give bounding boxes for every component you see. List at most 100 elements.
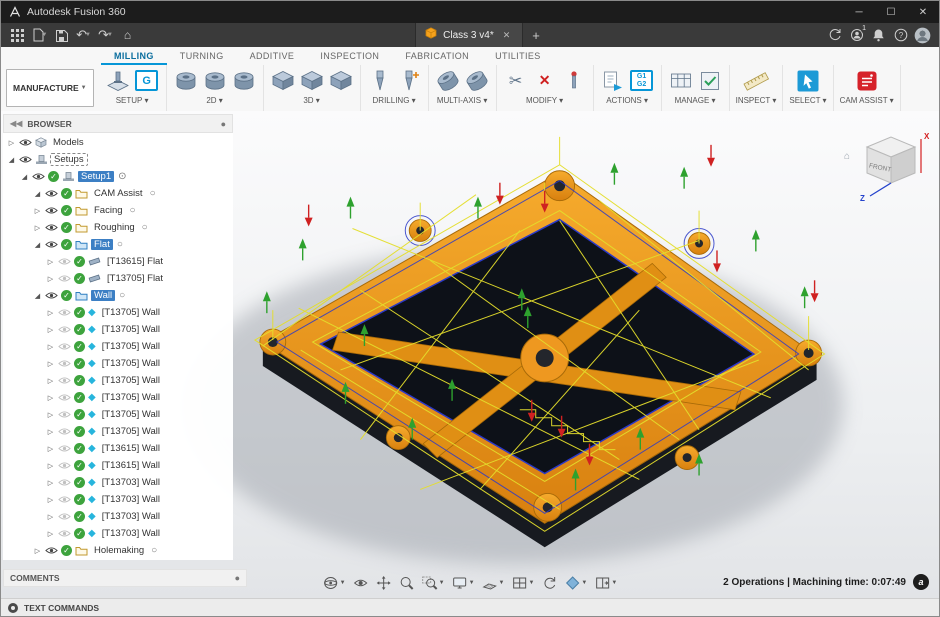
visibility-eye-icon[interactable] [58, 444, 71, 453]
tab-fabrication[interactable]: FABRICATION [392, 48, 482, 65]
tree-item-label[interactable]: Setup1 [78, 171, 114, 182]
operation-radio-icon[interactable]: ○ [150, 188, 156, 199]
zoom-icon[interactable] [396, 574, 418, 592]
select-icon[interactable] [795, 68, 821, 94]
pan-icon[interactable] [373, 574, 395, 592]
expander-icon[interactable]: ▷ [46, 275, 55, 283]
visibility-eye-icon[interactable] [58, 427, 71, 436]
tree-item-label[interactable]: Holemaking [91, 545, 147, 556]
group-label-actions[interactable]: ACTIONS ▾ [606, 96, 648, 105]
visibility-eye-icon[interactable] [58, 274, 71, 283]
extensions-icon[interactable]: 1 [846, 25, 867, 45]
tree-item-label[interactable]: [T13705] Wall [99, 426, 163, 437]
expander-icon[interactable]: ▷ [46, 445, 55, 453]
delete-passes-icon[interactable]: ✕ [532, 68, 558, 94]
expander-icon[interactable]: ▷ [46, 411, 55, 419]
panel-collapse-icon[interactable]: ◀◀ [10, 119, 22, 128]
app-grid-icon[interactable] [7, 25, 28, 45]
visibility-eye-icon[interactable] [45, 240, 58, 249]
operation-radio-icon[interactable]: ○ [130, 205, 136, 216]
tree-item-label[interactable]: [T13705] Wall [99, 375, 163, 386]
tree-row[interactable]: ▷✓◆[T13705] Wall [3, 423, 233, 440]
tree-row[interactable]: ▷✓◆[T13705] Wall [3, 321, 233, 338]
assistant-icon[interactable]: a [913, 574, 929, 590]
tree-item-label[interactable]: Roughing [91, 222, 138, 233]
save-icon[interactable] [51, 25, 72, 45]
tab-additive[interactable]: ADDITIVE [237, 48, 308, 65]
close-button[interactable]: ✕ [907, 1, 939, 23]
visibility-eye-icon[interactable] [45, 546, 58, 555]
viewport[interactable]: ⌂ FRONT X Z ◀◀ BROWSER ● ▷Models◢Setups◢… [1, 111, 939, 599]
visibility-eye-icon[interactable] [58, 257, 71, 266]
group-label-inspect[interactable]: INSPECT ▾ [736, 96, 777, 105]
group-label-drilling[interactable]: DRILLING ▾ [373, 96, 416, 105]
redo-icon[interactable]: ↷▼ [95, 25, 116, 45]
visibility-eye-icon[interactable] [45, 206, 58, 215]
expander-icon[interactable]: ▷ [46, 479, 55, 487]
tree-row[interactable]: ▷✓◆[T13705] Wall [3, 389, 233, 406]
expander-icon[interactable]: ▷ [46, 343, 55, 351]
visibility-eye-icon[interactable] [58, 478, 71, 487]
tree-item-label[interactable]: [T13705] Wall [99, 307, 163, 318]
tree-row[interactable]: ▷✓[T13615] Flat [3, 253, 233, 270]
expander-icon[interactable]: ▷ [46, 360, 55, 368]
operation-radio-icon[interactable]: ○ [117, 239, 123, 250]
tree-row[interactable]: ▷✓Facing○ [3, 202, 233, 219]
tree-item-label[interactable]: [T13705] Wall [99, 409, 163, 420]
tree-item-label[interactable]: Models [50, 137, 87, 148]
undo-icon[interactable]: ↶▼ [73, 25, 94, 45]
tree-item-label[interactable]: [T13615] Wall [99, 443, 163, 454]
group-label-2d[interactable]: 2D ▾ [206, 96, 222, 105]
split-view-icon[interactable]: ▼ [591, 574, 620, 592]
bore-icon[interactable] [396, 68, 422, 94]
operation-radio-icon[interactable]: ○ [151, 545, 157, 556]
expander-icon[interactable]: ◢ [33, 241, 42, 249]
visibility-eye-icon[interactable] [58, 461, 71, 470]
orbit-icon[interactable]: ▼ [320, 574, 349, 592]
gcode-icon[interactable]: G [134, 68, 160, 94]
tree-row[interactable]: ▷✓◆[T13705] Wall [3, 338, 233, 355]
nc-program-icon[interactable]: G1G2 [629, 68, 655, 94]
pocket-clearing-icon[interactable] [299, 68, 325, 94]
zoom-window-icon[interactable]: ▼ [419, 574, 448, 592]
job-status-icon[interactable] [824, 25, 845, 45]
expander-icon[interactable]: ▷ [7, 139, 16, 147]
expander-icon[interactable]: ◢ [7, 156, 16, 164]
notifications-bell-icon[interactable] [868, 25, 889, 45]
tree-item-label[interactable]: CAM Assist [91, 188, 146, 199]
milling-setup-icon[interactable] [105, 68, 131, 94]
tree-item-label[interactable]: [T13703] Wall [99, 494, 163, 505]
task-manager-icon[interactable] [697, 68, 723, 94]
visibility-eye-icon[interactable] [58, 529, 71, 538]
workspace-switcher[interactable]: MANUFACTURE ▼ [6, 69, 94, 107]
post-process-icon[interactable] [600, 68, 626, 94]
tree-item-label[interactable]: Flat [91, 239, 113, 250]
tree-row[interactable]: ▷✓◆[T13705] Wall [3, 372, 233, 389]
tree-row[interactable]: ▷✓◆[T13705] Wall [3, 406, 233, 423]
tree-row[interactable]: ▷✓◆[T13703] Wall [3, 525, 233, 542]
maximize-button[interactable]: ☐ [875, 1, 907, 23]
text-commands-bar[interactable]: TEXT COMMANDS [1, 598, 939, 616]
probe-icon[interactable] [561, 68, 587, 94]
tree-item-label[interactable]: Wall [91, 290, 115, 301]
tree-item-label[interactable]: Setups [51, 154, 87, 165]
group-label-cam-assist[interactable]: CAM ASSIST ▾ [840, 96, 894, 105]
display-settings-icon[interactable]: ▼ [449, 574, 478, 592]
expander-icon[interactable]: ▷ [46, 258, 55, 266]
tree-item-label[interactable]: [T13615] Wall [99, 460, 163, 471]
text-commands-toggle-icon[interactable] [8, 603, 18, 613]
group-label-setup[interactable]: SETUP ▾ [116, 96, 149, 105]
tab-inspection[interactable]: INSPECTION [307, 48, 392, 65]
tree-row[interactable]: ▷✓◆[T13703] Wall [3, 474, 233, 491]
tree-item-label[interactable]: [T13705] Wall [99, 324, 163, 335]
visibility-eye-icon[interactable] [58, 325, 71, 334]
tree-row[interactable]: ▷ Models [3, 134, 233, 151]
swarf-icon[interactable] [435, 68, 461, 94]
expander-icon[interactable]: ▷ [46, 394, 55, 402]
tree-row[interactable]: ▷✓Roughing○ [3, 219, 233, 236]
rotary-icon[interactable] [464, 68, 490, 94]
tree-row[interactable]: ◢✓Setup1⊙ [3, 168, 233, 185]
refresh-icon[interactable] [538, 574, 560, 592]
2d-contour-icon[interactable] [231, 68, 257, 94]
home-view-icon[interactable]: ⌂ [844, 151, 850, 162]
